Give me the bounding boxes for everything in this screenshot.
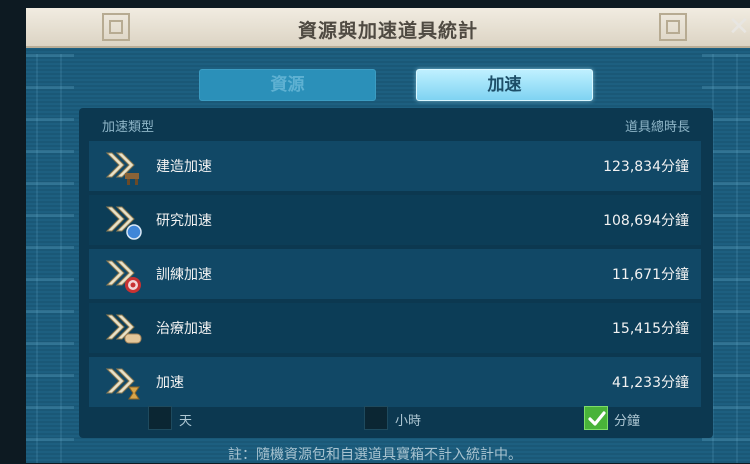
- unit-day-checkbox[interactable]: [148, 406, 172, 430]
- research-speedup-icon: [105, 206, 142, 240]
- column-header-total: 道具總時長: [624, 120, 690, 135]
- table-row: 研究加速 108,694分鐘: [89, 195, 701, 245]
- checkmark-icon: [588, 411, 606, 426]
- row-name: 訓練加速: [156, 267, 212, 283]
- table-row: 建造加速 123,834分鐘: [89, 141, 701, 191]
- table-row: 加速 41,233分鐘: [89, 357, 701, 407]
- close-button[interactable]: ✕: [728, 14, 750, 40]
- title-bar: 資源與加速道具統計: [26, 8, 750, 48]
- row-value: 11,671分鐘: [612, 267, 689, 283]
- left-fret-border: [26, 54, 74, 463]
- unit-day-label: 天: [179, 414, 193, 429]
- footnote: 註：隨機資源包和自選道具寶箱不計入統計中。: [228, 447, 522, 463]
- unit-minute-checkbox[interactable]: [584, 406, 608, 430]
- dialog-title: 資源與加速道具統計: [297, 20, 478, 42]
- row-value: 41,233分鐘: [612, 375, 689, 391]
- table-row: 訓練加速 11,671分鐘: [89, 249, 701, 299]
- row-value: 108,694分鐘: [603, 213, 689, 229]
- general-speedup-icon: [105, 368, 140, 400]
- build-speedup-icon: [105, 152, 139, 185]
- training-speedup-icon: [105, 260, 141, 293]
- row-name: 治療加速: [156, 321, 212, 337]
- unit-hour-label: 小時: [395, 414, 422, 429]
- row-name: 建造加速: [156, 159, 212, 175]
- unit-hour-checkbox[interactable]: [364, 406, 388, 430]
- row-value: 15,415分鐘: [612, 321, 689, 337]
- row-value: 123,834分鐘: [603, 159, 689, 175]
- tab-speedup[interactable]: 加速: [416, 69, 593, 101]
- row-name: 加速: [156, 375, 184, 391]
- table-row: 治療加速 15,415分鐘: [89, 303, 701, 353]
- healing-speedup-icon: [105, 314, 142, 344]
- row-name: 研究加速: [156, 213, 212, 229]
- column-header-type: 加速類型: [102, 120, 155, 135]
- unit-minute-label: 分鐘: [614, 414, 641, 429]
- tab-resources[interactable]: 資源: [199, 69, 376, 101]
